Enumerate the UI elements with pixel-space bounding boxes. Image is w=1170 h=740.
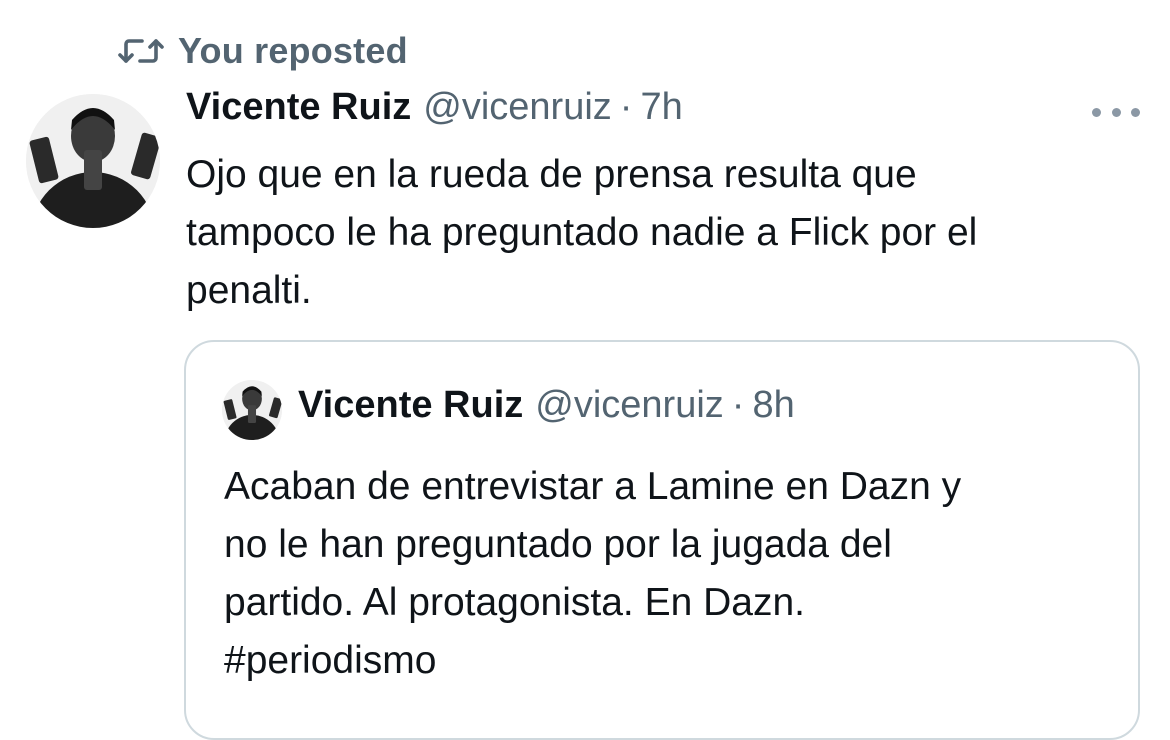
more-dot [1092, 107, 1101, 117]
tweet-header: Vicente Ruiz @vicenruiz · 7h [186, 86, 683, 140]
quoted-timestamp[interactable]: 8h [752, 384, 794, 427]
quoted-author-handle[interactable]: @vicenruiz [535, 384, 724, 427]
repost-indicator: You reposted [118, 28, 408, 74]
avatar[interactable] [26, 94, 160, 228]
quoted-tweet-header: Vicente Ruiz @vicenruiz · 8h [298, 384, 795, 438]
quoted-tweet-text: Acaban de entrevistar a Lamine en Dazn y… [224, 465, 962, 682]
quoted-separator-dot: · [731, 384, 745, 426]
more-dot [1131, 107, 1140, 117]
quoted-avatar-photo [222, 380, 282, 440]
separator-dot: · [619, 86, 633, 128]
repost-icon [118, 35, 164, 67]
author-handle[interactable]: @vicenruiz [423, 86, 612, 129]
repost-label: You reposted [178, 30, 408, 71]
quoted-author-name[interactable]: Vicente Ruiz [298, 384, 523, 427]
avatar-photo [26, 94, 160, 228]
quoted-avatar[interactable] [222, 380, 282, 440]
more-dot [1111, 107, 1121, 117]
tweet-text: Ojo que en la rueda de prensa resulta qu… [186, 153, 978, 312]
timestamp[interactable]: 7h [640, 86, 682, 129]
quoted-tweet-card[interactable]: Vicente Ruiz @vicenruiz · 8h Acaban de e… [184, 340, 1140, 740]
author-name[interactable]: Vicente Ruiz [186, 86, 411, 129]
more-horizontal-icon[interactable] [1092, 100, 1140, 124]
